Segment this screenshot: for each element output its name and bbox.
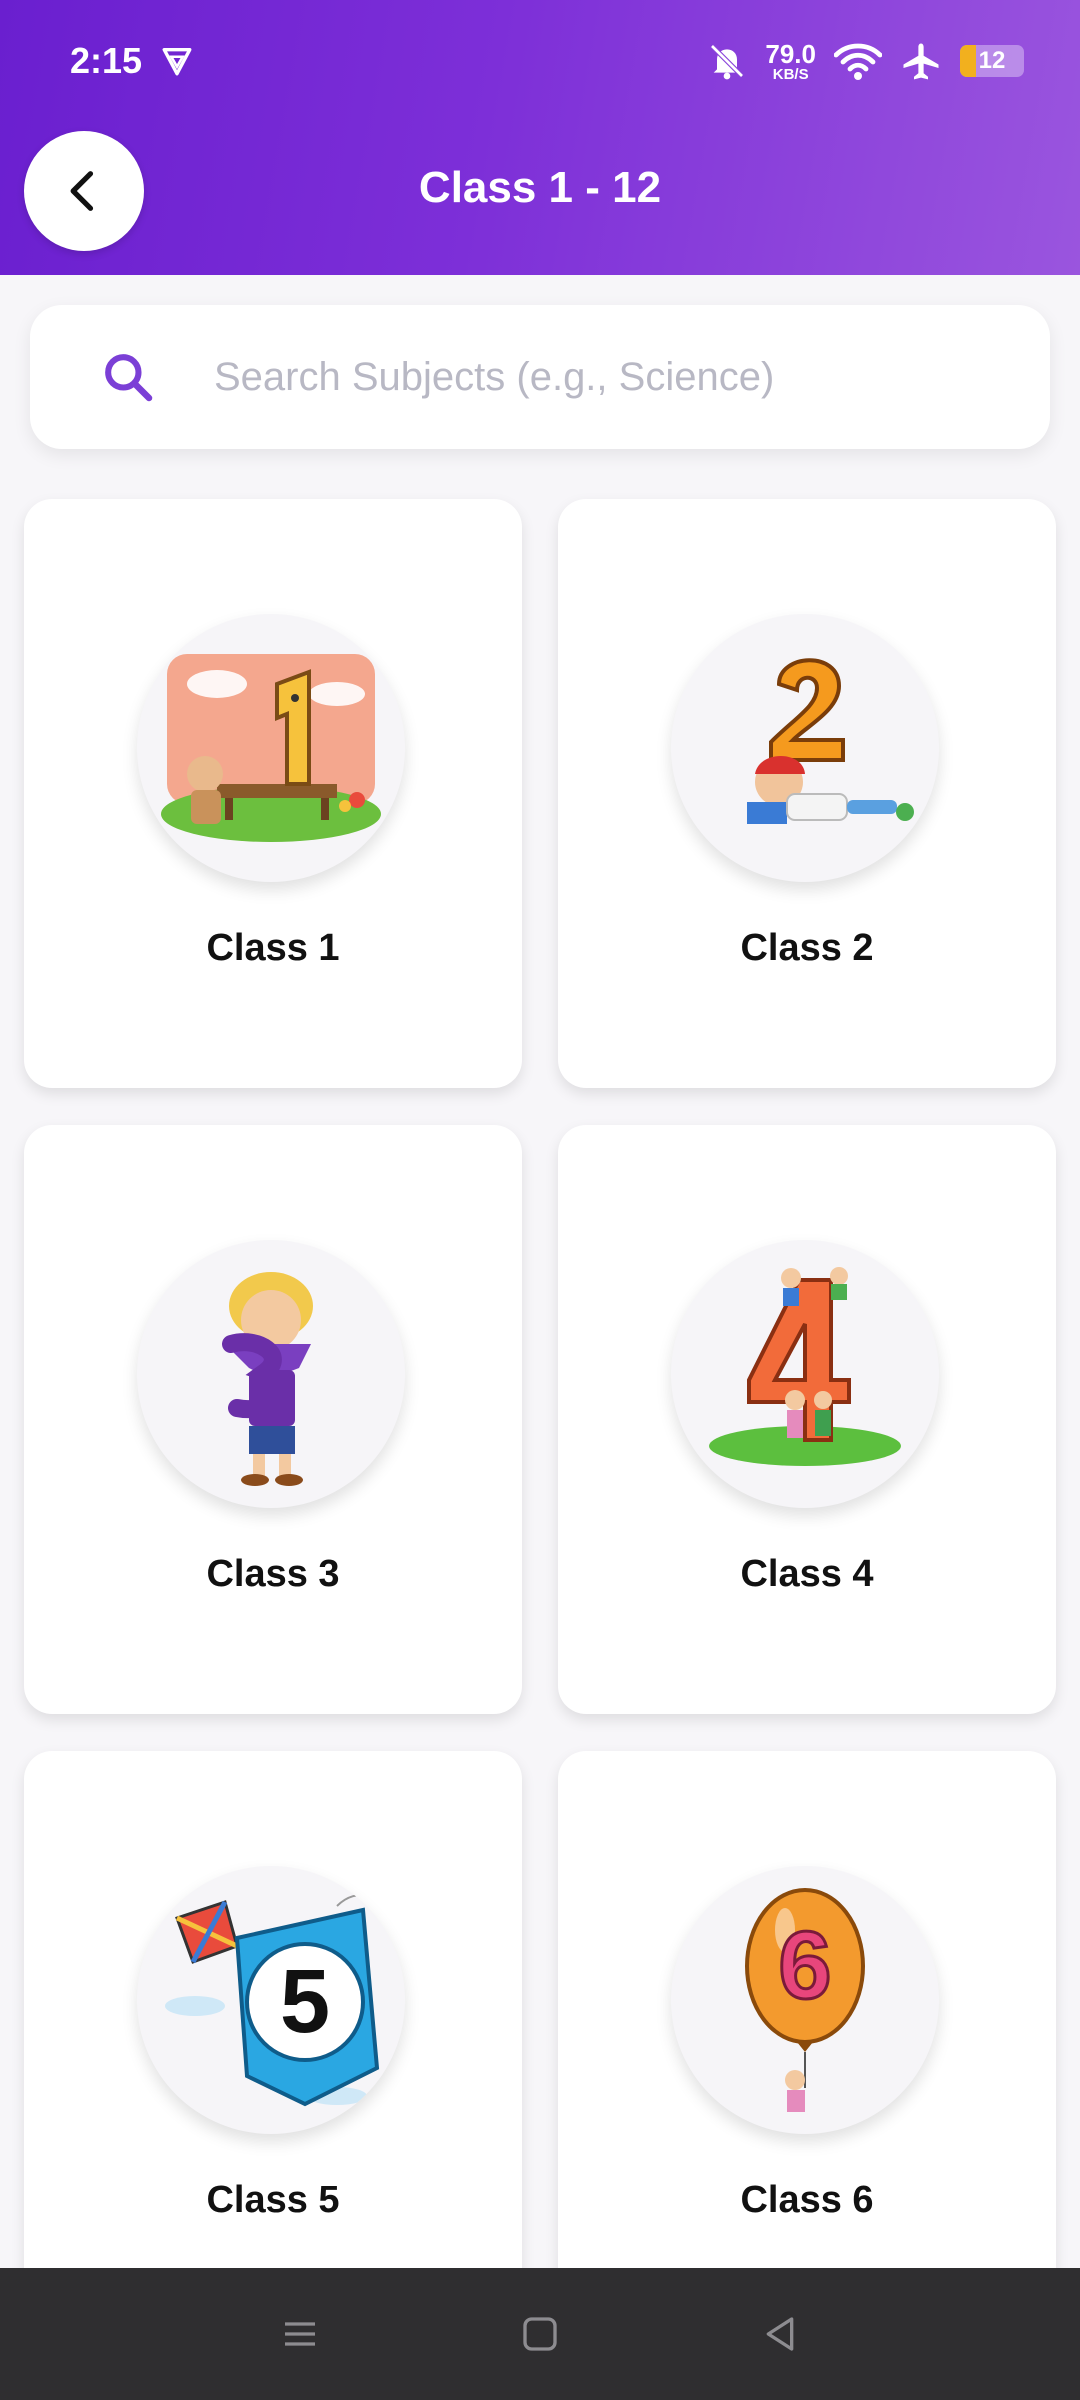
- class-2-image: [747, 658, 914, 824]
- class-card-3[interactable]: Class 3: [24, 1125, 522, 1714]
- menu-icon: [285, 2322, 315, 2346]
- mute-icon: [710, 44, 745, 80]
- class-3-illustration: [137, 1240, 405, 1508]
- class-card-4[interactable]: Class 4: [558, 1125, 1056, 1714]
- class-1-illustration: [137, 614, 405, 882]
- system-nav-bar: [0, 2268, 1080, 2400]
- nav-back-button[interactable]: [750, 2304, 810, 2364]
- svg-text:5: 5: [280, 1952, 330, 2052]
- search-input[interactable]: [214, 354, 1050, 400]
- class-card-5[interactable]: 5 Class 5: [24, 1751, 522, 2340]
- class-5-image: 5: [165, 1894, 388, 2107]
- class-6-illustration: 6: [671, 1866, 939, 2134]
- status-time: 2:15: [70, 40, 143, 81]
- home-icon: [523, 2317, 557, 2351]
- back-icon: [766, 2317, 794, 2351]
- class-5-illustration: 5: [137, 1866, 405, 2134]
- vpn-icon: [162, 47, 192, 76]
- class-card-6[interactable]: 6 Class 6: [558, 1751, 1056, 2340]
- battery-fill: [960, 45, 976, 77]
- search-icon: [105, 354, 153, 402]
- class-4-image: [709, 1267, 901, 1466]
- net-speed-unit: KB/S: [772, 65, 809, 83]
- nav-menu-button[interactable]: [270, 2304, 330, 2364]
- page-title: Class 1 - 12: [418, 163, 662, 212]
- class-card-label: Class 5: [206, 2179, 340, 2221]
- class-card-1[interactable]: Class 1: [24, 499, 522, 1088]
- wifi-icon: [834, 43, 882, 80]
- class-2-illustration: [671, 614, 939, 882]
- class-4-illustration: [671, 1240, 939, 1508]
- nav-home-button[interactable]: [510, 2304, 570, 2364]
- class-6-image: 6: [745, 1888, 865, 2112]
- battery-level: 12: [978, 47, 1006, 74]
- battery-icon: 12: [960, 45, 1024, 77]
- class-card-label: Class 2: [740, 927, 874, 969]
- net-speed: 79.0 KB/S: [765, 41, 816, 82]
- status-icons: 79.0 KB/S 12: [707, 36, 1024, 86]
- app-header: 2:15 79.0 KB/S 12 Class 1 - 12: [0, 0, 1080, 275]
- svg-text:6: 6: [778, 1912, 831, 2019]
- class-card-label: Class 1: [206, 927, 340, 969]
- net-speed-value: 79.0: [765, 38, 816, 69]
- class-3-image: [222, 1272, 313, 1486]
- search-bar[interactable]: [30, 305, 1050, 449]
- class-1-image: [161, 654, 381, 842]
- class-grid: Class 1 Class 2 Class 3 Class 4 5 Class …: [24, 499, 1056, 2340]
- class-card-2[interactable]: Class 2: [558, 499, 1056, 1088]
- class-card-label: Class 3: [206, 1553, 340, 1595]
- airplane-icon: [903, 43, 939, 80]
- class-card-label: Class 6: [740, 2179, 874, 2221]
- status-bar: 2:15 79.0 KB/S 12: [0, 0, 1080, 120]
- class-card-label: Class 4: [740, 1553, 874, 1595]
